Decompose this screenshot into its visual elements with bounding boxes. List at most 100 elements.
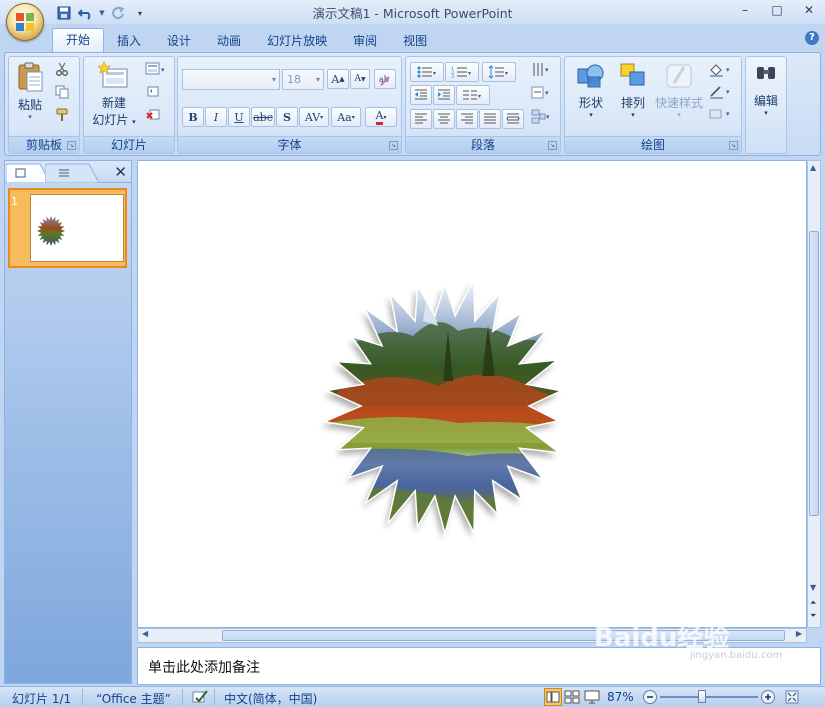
scroll-right-icon[interactable]: ▶ [796, 629, 802, 638]
status-separator [82, 689, 83, 705]
columns-button[interactable]: ▾ [456, 85, 490, 105]
clear-formatting-button[interactable]: ab [374, 69, 396, 89]
character-spacing-button[interactable]: AV ▾ [299, 107, 329, 127]
outline-tab[interactable] [45, 163, 101, 183]
theme-name[interactable]: “Office 主题” [96, 690, 171, 707]
align-left-button[interactable] [410, 109, 432, 129]
text-direction-icon[interactable]: ▾ [530, 62, 554, 78]
editing-button[interactable]: 编辑 ▾ [748, 61, 784, 117]
justify-button[interactable] [479, 109, 501, 129]
starburst-picture[interactable] [328, 286, 568, 556]
minimize-button[interactable]: – [729, 0, 761, 20]
slide-number: 1 [11, 195, 18, 208]
smartart-icon[interactable]: ▾ [530, 109, 554, 125]
slide-show-view-icon[interactable] [584, 689, 600, 707]
delete-slide-icon[interactable] [144, 107, 162, 123]
strikethrough-button[interactable]: abc [251, 107, 275, 127]
previous-slide-icon[interactable]: ⏶ [810, 598, 816, 608]
tab-design[interactable]: 设计 [154, 30, 204, 52]
tab-home[interactable]: 开始 [52, 28, 105, 52]
tab-review[interactable]: 审阅 [340, 30, 390, 52]
copy-icon[interactable] [53, 84, 71, 100]
shape-fill-icon[interactable]: ▾ [707, 62, 735, 78]
zoom-in-icon[interactable] [760, 689, 776, 707]
zoom-slider-track[interactable] [660, 696, 758, 698]
bold-button[interactable]: B [182, 107, 204, 127]
tab-animations[interactable]: 动画 [204, 30, 254, 52]
slide-sorter-view-icon[interactable] [564, 689, 580, 707]
maximize-button[interactable]: □ [761, 0, 793, 20]
slide-canvas[interactable] [137, 160, 807, 628]
increase-indent-button[interactable] [433, 85, 455, 105]
shrink-font-button[interactable]: A ▼ [350, 69, 370, 89]
paste-dropdown-icon[interactable]: ▾ [13, 113, 47, 121]
tab-insert[interactable]: 插入 [104, 30, 154, 52]
quick-styles-dropdown-icon[interactable]: ▾ [653, 111, 705, 119]
tab-view[interactable]: 视图 [390, 30, 440, 52]
new-slide-button[interactable]: 新建 幻灯片 ▾ [88, 61, 140, 128]
layout-icon[interactable]: ▾ [144, 61, 168, 77]
slide [320, 278, 568, 556]
format-painter-icon[interactable] [53, 107, 71, 123]
zoom-level[interactable]: 87% [607, 690, 634, 704]
editing-dropdown-icon[interactable]: ▾ [748, 109, 784, 117]
numbering-button[interactable]: 1 2 3 ▾ [445, 62, 479, 82]
new-slide-label-line1: 新建 [101, 96, 126, 110]
help-icon[interactable]: ? [805, 31, 819, 45]
paragraph-launcher-icon[interactable]: ↘ [548, 141, 557, 150]
slides-group-label: 幻灯片 [84, 136, 174, 153]
underline-button[interactable]: U [228, 107, 250, 127]
font-name-combobox[interactable]: ▾ [182, 69, 280, 90]
scroll-down-icon[interactable]: ▼ [810, 583, 816, 592]
ribbon-tabs: 开始 插入 设计 动画 幻灯片放映 审阅 视图 [52, 28, 440, 52]
office-button[interactable] [6, 3, 44, 41]
close-pane-icon[interactable]: ✕ [114, 163, 127, 181]
vertical-scrollbar[interactable]: ▲ ▼ ⏶ ⏷ [807, 160, 821, 628]
drawing-launcher-icon[interactable]: ↘ [729, 141, 738, 150]
decrease-indent-button[interactable] [410, 85, 432, 105]
arrange-dropdown-icon[interactable]: ▾ [613, 111, 653, 119]
vertical-scroll-thumb[interactable] [809, 231, 819, 516]
tab-slide-show[interactable]: 幻灯片放映 [254, 30, 340, 52]
shapes-button[interactable]: 形状 ▾ [571, 61, 611, 119]
svg-text:▾: ▾ [726, 110, 730, 118]
normal-view-icon[interactable] [544, 688, 562, 706]
align-right-button[interactable] [456, 109, 478, 129]
text-shadow-button[interactable]: S [276, 107, 298, 127]
new-slide-dropdown-icon[interactable]: ▾ [132, 118, 136, 126]
fit-to-window-icon[interactable] [784, 689, 800, 707]
shape-effects-icon[interactable]: ▾ [707, 106, 735, 122]
language-indicator[interactable]: 中文(简体，中国) [224, 690, 317, 707]
slide-thumbnail[interactable] [8, 188, 127, 268]
shapes-dropdown-icon[interactable]: ▾ [571, 111, 611, 119]
font-launcher-icon[interactable]: ↘ [389, 141, 398, 150]
scroll-left-icon[interactable]: ◀ [142, 629, 148, 638]
cut-icon[interactable] [53, 61, 71, 77]
italic-button[interactable]: I [205, 107, 227, 127]
font-color-button[interactable]: A ▾ [365, 107, 397, 127]
grow-font-button[interactable]: A ▲ [327, 69, 349, 89]
status-bar: 幻灯片 1/1 “Office 主题” 中文(简体，中国) 87% [0, 686, 825, 707]
shape-outline-icon[interactable]: ▾ [707, 84, 735, 100]
spelling-check-icon[interactable] [191, 689, 209, 707]
bullets-button[interactable]: ▾ [410, 62, 444, 82]
clipboard-launcher-icon[interactable]: ↘ [67, 141, 76, 150]
distributed-button[interactable] [502, 109, 524, 129]
close-button[interactable]: ✕ [793, 0, 825, 20]
status-separator [182, 689, 183, 705]
change-case-button[interactable]: Aa ▾ [331, 107, 361, 127]
quick-styles-button[interactable]: 快速样式 ▾ [653, 61, 705, 119]
editing-label: 编辑 [753, 94, 778, 108]
arrange-button[interactable]: 排列 ▾ [613, 61, 653, 119]
scroll-up-icon[interactable]: ▲ [810, 163, 816, 172]
reset-slide-icon[interactable] [144, 84, 162, 100]
align-text-icon[interactable]: ▾ [530, 85, 554, 101]
paste-button[interactable]: 粘贴 ▾ [13, 61, 47, 121]
next-slide-icon[interactable]: ⏷ [810, 611, 816, 621]
zoom-slider-thumb[interactable] [698, 690, 706, 703]
paragraph-group: ▾ 1 2 3 ▾ ▾ ▾ ▾ ▾ ▾ 段落 ↘ [405, 56, 561, 154]
zoom-out-icon[interactable] [642, 689, 658, 707]
align-center-button[interactable] [433, 109, 455, 129]
font-size-combobox[interactable]: 18 ▾ [282, 69, 324, 90]
line-spacing-button[interactable]: ▾ [482, 62, 516, 82]
